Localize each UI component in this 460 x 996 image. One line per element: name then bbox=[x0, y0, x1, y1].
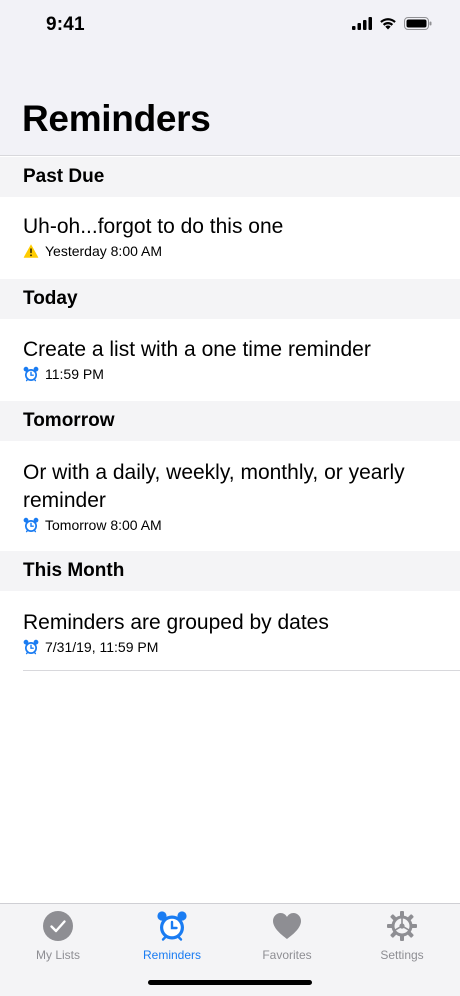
section-header-this-month: This Month bbox=[0, 551, 460, 591]
navigation-header: 9:41 Reminders bbox=[0, 0, 460, 156]
reminder-list: Past Due Uh-oh...forgot to do this one Y… bbox=[0, 157, 460, 671]
reminder-title: Create a list with a one time reminder bbox=[23, 338, 371, 361]
section-header-tomorrow: Tomorrow bbox=[0, 401, 460, 441]
reminder-due: Tomorrow 8:00 AM bbox=[45, 517, 162, 533]
alarm-clock-icon bbox=[23, 366, 39, 382]
tab-settings[interactable]: Settings bbox=[347, 910, 457, 962]
tab-my-lists[interactable]: My Lists bbox=[3, 910, 113, 962]
heart-icon bbox=[273, 913, 301, 939]
reminder-due: 11:59 PM bbox=[45, 366, 104, 382]
reminder-row[interactable]: Or with a daily, weekly, monthly, or yea… bbox=[0, 441, 460, 551]
signal-icon bbox=[352, 16, 372, 30]
reminder-row[interactable]: Create a list with a one time reminder 1… bbox=[0, 319, 460, 401]
tab-label: Favorites bbox=[262, 948, 312, 962]
status-time: 9:41 bbox=[46, 14, 85, 35]
alarm-clock-icon bbox=[157, 911, 187, 941]
alarm-clock-icon bbox=[23, 517, 39, 533]
tab-label: Settings bbox=[380, 948, 424, 962]
home-indicator[interactable] bbox=[148, 980, 312, 985]
reminder-title: Or with a daily, weekly, monthly, or yea… bbox=[23, 461, 405, 512]
checkmark-circle-icon bbox=[43, 911, 73, 941]
reminder-due: 7/31/19, 11:59 PM bbox=[45, 639, 159, 655]
section-header-today: Today bbox=[0, 279, 460, 319]
status-icons bbox=[352, 16, 432, 30]
reminder-row[interactable]: Uh-oh...forgot to do this one Yesterday … bbox=[0, 197, 460, 279]
warning-icon bbox=[23, 243, 39, 259]
reminder-title: Reminders are grouped by dates bbox=[23, 611, 329, 634]
reminder-row[interactable]: Reminders are grouped by dates 7/31/19, … bbox=[23, 591, 460, 671]
tab-reminders[interactable]: Reminders bbox=[117, 910, 227, 962]
alarm-clock-icon bbox=[23, 639, 39, 655]
section-header-past-due: Past Due bbox=[0, 157, 460, 197]
gear-icon bbox=[387, 911, 417, 941]
tab-label: My Lists bbox=[35, 948, 80, 962]
reminder-due: Yesterday 8:00 AM bbox=[45, 243, 163, 259]
reminder-title: Uh-oh...forgot to do this one bbox=[23, 215, 284, 238]
battery-icon bbox=[404, 16, 432, 30]
status-bar: 9:41 bbox=[0, 0, 460, 50]
page-title: Reminders bbox=[22, 98, 211, 139]
tab-favorites[interactable]: Favorites bbox=[232, 910, 342, 962]
wifi-icon bbox=[380, 18, 396, 30]
tab-label: Reminders bbox=[142, 948, 202, 962]
